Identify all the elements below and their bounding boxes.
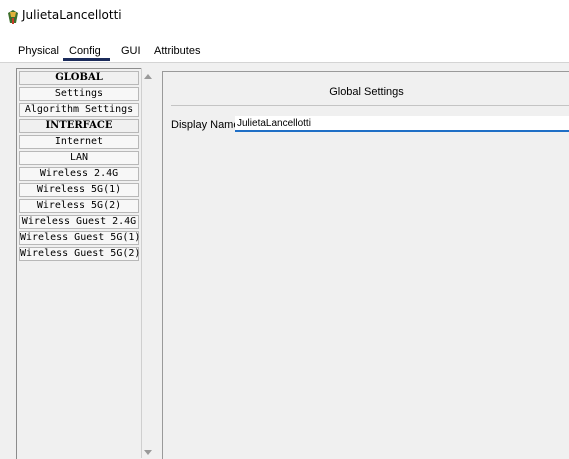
section-title: Global Settings — [329, 86, 404, 98]
scroll-down-icon[interactable] — [144, 450, 152, 455]
global-settings-panel: Global Settings Display Name — [162, 71, 569, 459]
sidebar-item-wireless-5g-2[interactable]: Wireless 5G(2) — [19, 199, 139, 213]
sidebar-item-lan[interactable]: LAN — [19, 151, 139, 165]
sidebar-item-wireless-guest-2-4g[interactable]: Wireless Guest 2.4G — [19, 215, 139, 229]
sidebar-item-algorithm-settings[interactable]: Algorithm Settings — [19, 103, 139, 117]
tab-physical[interactable]: Physical — [18, 45, 59, 57]
sidebar-item-settings[interactable]: Settings — [19, 87, 139, 101]
sidebar-item-wireless-5g-1[interactable]: Wireless 5G(1) — [19, 183, 139, 197]
sidebar-item-wireless-guest-5g-2[interactable]: Wireless Guest 5G(2) — [19, 247, 140, 261]
sidebar-item-internet[interactable]: Internet — [19, 135, 139, 149]
display-name-label: Display Name — [171, 119, 240, 131]
display-name-input[interactable] — [235, 116, 569, 132]
tab-gui[interactable]: GUI — [121, 45, 141, 57]
title-bar: JulietaLancellotti — [0, 0, 569, 32]
tab-attributes[interactable]: Attributes — [154, 45, 200, 57]
sidebar-item-wireless-guest-5g-1[interactable]: Wireless Guest 5G(1) — [19, 231, 140, 245]
sidebar-scrollbar[interactable] — [141, 68, 156, 458]
sidebar-item-wireless-2-4g[interactable]: Wireless 2.4G — [19, 167, 139, 181]
router-icon — [8, 10, 18, 24]
tab-config[interactable]: Config — [69, 45, 101, 57]
sidebar-list: GLOBAL Settings Algorithm Settings INTER… — [19, 71, 140, 263]
sidebar-header-interface: INTERFACE — [19, 119, 139, 133]
section-divider — [171, 105, 569, 106]
config-sidebar: GLOBAL Settings Algorithm Settings INTER… — [16, 68, 141, 459]
window-title: JulietaLancellotti — [22, 8, 122, 22]
active-tab-indicator — [63, 58, 110, 61]
scroll-up-icon[interactable] — [144, 74, 152, 79]
sidebar-header-global: GLOBAL — [19, 71, 139, 85]
